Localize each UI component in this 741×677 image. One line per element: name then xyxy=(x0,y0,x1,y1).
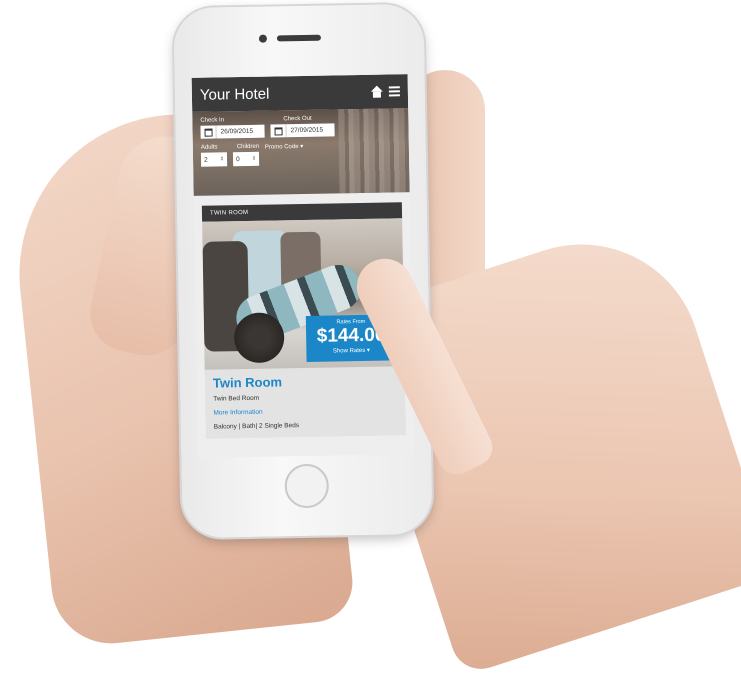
earpiece-speaker xyxy=(276,34,321,42)
room-type: Twin Bed Room xyxy=(213,394,260,403)
children-label: Children xyxy=(236,143,260,151)
check-out-label: Check Out xyxy=(283,115,312,123)
front-camera xyxy=(258,34,268,43)
booking-panel: Check In Check Out 26/09/2015 27/09/2015… xyxy=(192,108,410,196)
more-information-link[interactable]: More Information xyxy=(213,406,397,417)
adults-label: Adults xyxy=(200,144,218,151)
bolster-end xyxy=(233,312,285,364)
spinner-icon[interactable]: ⇕ xyxy=(220,156,224,162)
phone-home-button[interactable] xyxy=(284,463,330,509)
adults-value: 2 xyxy=(203,156,208,164)
children-value: 0 xyxy=(235,155,240,163)
calendar-icon[interactable] xyxy=(200,125,217,139)
room-amenities: Balcony | Bath| 2 Single Beds xyxy=(213,422,300,431)
children-stepper[interactable]: 0 ⇕ xyxy=(232,151,260,167)
room-info: Twin Room Twin Bed Room More Information… xyxy=(205,366,406,438)
home-icon[interactable] xyxy=(371,86,383,98)
header-icons xyxy=(371,85,400,98)
hamburger-menu-icon[interactable] xyxy=(388,86,400,97)
promo-code-toggle[interactable]: Promo Code ▾ xyxy=(265,143,304,164)
room-name[interactable]: Twin Room xyxy=(213,372,397,390)
check-out-date-value: 27/09/2015 xyxy=(290,126,324,135)
check-in-date-value: 26/09/2015 xyxy=(220,127,254,136)
spinner-icon[interactable]: ⇕ xyxy=(252,156,256,162)
check-in-label: Check In xyxy=(200,117,225,124)
adults-stepper[interactable]: 2 ⇕ xyxy=(200,152,228,167)
app-header: Your Hotel xyxy=(191,74,409,112)
calendar-icon[interactable] xyxy=(270,124,287,138)
app-title: Your Hotel xyxy=(199,85,270,104)
check-in-date-field[interactable]: 26/09/2015 xyxy=(200,124,265,139)
check-out-date-field[interactable]: 27/09/2015 xyxy=(270,123,335,138)
